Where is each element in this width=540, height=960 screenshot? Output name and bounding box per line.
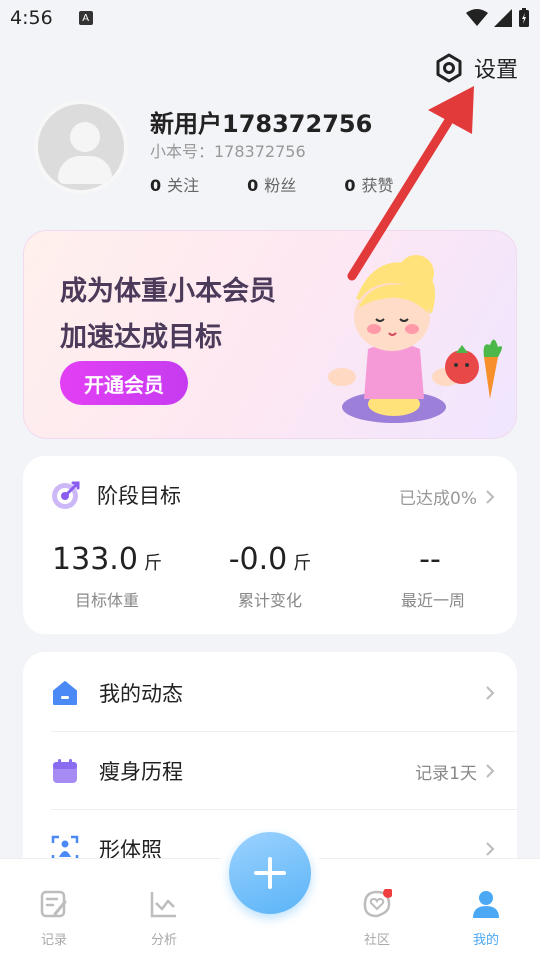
stat-likes[interactable]: 0 获赞 <box>344 172 393 196</box>
stat-following[interactable]: 0 关注 <box>150 172 199 196</box>
settings-label: 设置 <box>473 58 518 83</box>
goal-change-unit: 斤 <box>293 553 312 574</box>
goal-change-value: -0.0 <box>228 542 288 577</box>
chevron-right-icon <box>486 764 495 778</box>
add-record-fab-container <box>219 822 321 924</box>
chevron-right-icon <box>486 842 495 856</box>
goal-last-week: -- 最近一周 <box>353 542 513 611</box>
menu-item-slimming-history[interactable]: 瘦身历程 记录1天 <box>23 732 517 810</box>
target-icon <box>52 481 80 509</box>
notification-icon: A <box>78 11 93 25</box>
add-record-button[interactable] <box>229 832 311 914</box>
tab-label: 我的 <box>472 933 499 948</box>
user-name: 新用户178372756 <box>150 110 373 138</box>
wifi-icon <box>466 9 488 26</box>
user-icon <box>473 891 499 918</box>
settings-button[interactable]: 设置 <box>434 52 518 84</box>
goal-target-value: 133.0 <box>52 542 138 577</box>
open-vip-button[interactable]: 开通会员 <box>60 361 188 405</box>
yoga-girl-illustration <box>328 255 502 423</box>
tab-analysis[interactable]: 分析 <box>124 889 204 948</box>
record-icon <box>40 890 67 918</box>
goal-total-change: -0.0 斤 累计变化 <box>190 542 350 611</box>
goal-progress-text: 已达成0% <box>399 489 477 509</box>
chevron-right-icon <box>486 489 495 504</box>
user-id: 小本号：178372756 <box>150 142 306 161</box>
menu-item-value: 记录1天 <box>415 763 477 784</box>
battery-icon <box>519 8 529 27</box>
chart-icon <box>150 892 176 918</box>
community-heart-icon <box>363 888 393 918</box>
status-bar: 4:56 A <box>0 0 540 36</box>
plus-icon <box>254 857 286 889</box>
profile-stats: 0 关注 0 粉丝 0 获赞 <box>150 172 393 196</box>
avatar[interactable] <box>34 100 128 194</box>
status-icons <box>466 8 530 28</box>
goal-change-label: 累计变化 <box>237 591 302 610</box>
goal-target-unit: 斤 <box>143 553 162 574</box>
stage-goal-card[interactable]: 阶段目标 已达成0% 133.0 斤 目标体重 -0.0 斤 累计变化 -- 最近一… <box>23 456 517 634</box>
tab-label: 分析 <box>150 933 177 948</box>
tab-label: 社区 <box>363 933 390 948</box>
chevron-right-icon <box>486 686 495 700</box>
goal-progress-link[interactable]: 已达成0% <box>399 484 495 509</box>
profile-header: 新用户178372756 小本号：178372756 0 关注 0 粉丝 0 获赞 <box>34 100 514 200</box>
stat-followers[interactable]: 0 粉丝 <box>247 172 296 196</box>
menu-item-my-posts[interactable]: 我的动态 <box>23 654 517 732</box>
vip-title-line1: 成为体重小本会员 <box>60 276 276 307</box>
tab-mine[interactable]: 我的 <box>446 889 526 948</box>
status-time: 4:56 <box>10 7 53 29</box>
home-icon <box>53 681 77 705</box>
vip-banner[interactable]: 成为体重小本会员 加速达成目标 开通会员 <box>23 230 517 439</box>
signal-icon <box>494 9 512 27</box>
goal-week-label: 最近一周 <box>400 591 465 610</box>
vip-title-line2: 加速达成目标 <box>60 322 222 353</box>
menu-item-label: 我的动态 <box>99 682 183 706</box>
goal-target-weight: 133.0 斤 目标体重 <box>27 542 187 611</box>
tab-record[interactable]: 记录 <box>14 889 94 948</box>
settings-hexagon-icon <box>436 53 462 83</box>
goal-week-value: -- <box>419 542 441 577</box>
menu-item-label: 瘦身历程 <box>99 760 183 784</box>
tab-community[interactable]: 社区 <box>337 888 417 948</box>
goal-header: 阶段目标 <box>51 480 181 510</box>
goal-title: 阶段目标 <box>97 484 181 508</box>
calendar-icon <box>53 759 77 783</box>
goal-target-label: 目标体重 <box>74 591 139 610</box>
tab-label: 记录 <box>40 933 67 948</box>
